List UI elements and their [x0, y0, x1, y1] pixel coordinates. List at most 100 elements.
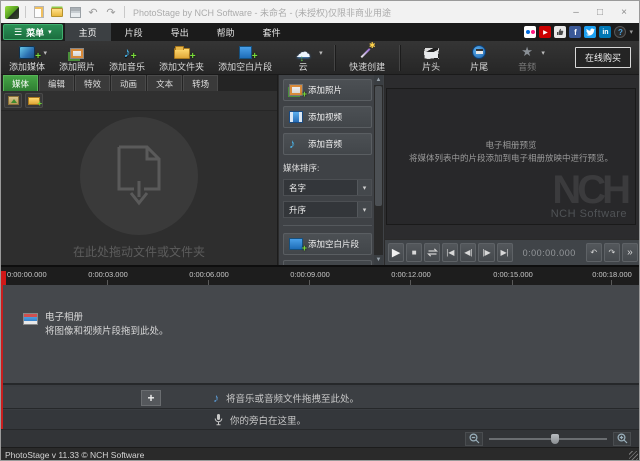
scroll-up-icon[interactable]: ▲: [374, 75, 383, 85]
preview-title: 电子相册预览: [387, 139, 635, 152]
media-drop-zone[interactable]: 在此处拖动文件或文件夹: [1, 111, 277, 265]
panel-scrollbar[interactable]: ▲ ▼: [374, 75, 383, 265]
buy-online-button[interactable]: 在线购买: [575, 47, 631, 68]
photo-icon: +: [289, 84, 303, 96]
sort-order-value: 升序: [289, 204, 306, 216]
play-button[interactable]: ▶: [388, 243, 404, 262]
audio-button[interactable]: ★▾ 音频: [510, 43, 544, 73]
tab-animation[interactable]: 动画: [111, 75, 146, 91]
add-blank-panel-button[interactable]: + 添加空白片段: [283, 233, 372, 255]
resize-grip-icon[interactable]: [629, 451, 638, 460]
timeline-ruler[interactable]: 0:00:00.000 0:00:03.000 0:00:06.000 0:00…: [1, 265, 639, 285]
help-icon[interactable]: ?: [614, 26, 626, 38]
title-bar: ↶ ↷ PhotoStage by NCH Software - 未命名 - (…: [1, 1, 639, 23]
slider-thumb[interactable]: [551, 434, 559, 444]
add-audio-track-button[interactable]: +: [141, 390, 161, 406]
ruler-label: 0:00:12.000: [391, 270, 431, 279]
app-logo-icon[interactable]: [5, 6, 19, 19]
expand-preview-button[interactable]: »: [622, 243, 638, 262]
drop-circle: [80, 117, 198, 235]
scrollbar-thumb[interactable]: [375, 86, 382, 206]
nch-logo-subtext: NCH Software: [551, 208, 627, 220]
cloud-button[interactable]: ☁↓▾ 云: [286, 43, 320, 73]
undo-button-preview[interactable]: ↶: [586, 243, 602, 262]
minimize-button[interactable]: –: [565, 4, 587, 20]
ruler-label: 0:00:03.000: [88, 270, 128, 279]
maximize-button[interactable]: □: [589, 4, 611, 20]
zoom-in-button[interactable]: [613, 432, 631, 446]
add-photo-panel-button[interactable]: + 添加照片: [283, 79, 372, 101]
add-photo-button[interactable]: 添加照片: [59, 43, 95, 73]
tab-edit[interactable]: 编辑: [39, 75, 74, 91]
add-audio-panel-button[interactable]: ♪ 添加音频: [283, 133, 372, 155]
quick-create-button[interactable]: 快速创建: [349, 43, 385, 73]
scroll-down-icon[interactable]: ▼: [374, 255, 383, 265]
linkedin-icon[interactable]: in: [599, 26, 611, 38]
sort-by-select[interactable]: 名字 ▾: [283, 179, 372, 196]
add-blank-clip-button[interactable]: + 添加空白片段: [218, 43, 272, 73]
status-bar: PhotoStage v 11.33 © NCH Software: [1, 447, 639, 461]
sort-order-select[interactable]: 升序 ▾: [283, 201, 372, 218]
new-project-button[interactable]: [32, 5, 46, 19]
preview-timecode: 0:00:00.000: [523, 248, 576, 258]
add-blank-clip-label: 添加空白片段: [218, 60, 272, 73]
facebook-icon[interactable]: f: [569, 26, 581, 38]
outro-button[interactable]: 片尾: [462, 43, 496, 73]
album-track[interactable]: 电子相册 将图像和视频片段拖到此处。: [1, 285, 639, 385]
add-music-button[interactable]: ♪+ 添加音乐: [109, 43, 145, 73]
chevron-down-icon[interactable]: ▾: [629, 28, 633, 36]
tab-text[interactable]: 文本: [147, 75, 182, 91]
add-blank-panel-label: 添加空白片段: [308, 238, 359, 250]
plus-icon: +: [131, 51, 137, 62]
nch-watermark: NCH NCH Software: [551, 172, 627, 220]
redo-button-preview[interactable]: ↷: [604, 243, 620, 262]
zoom-out-button[interactable]: [465, 432, 483, 446]
flickr-icon[interactable]: [524, 26, 536, 38]
music-note-icon: ♪: [124, 45, 131, 59]
narration-track[interactable]: 你的旁白在这里。: [1, 410, 639, 429]
redo-button[interactable]: ↷: [104, 5, 118, 19]
chevron-down-icon: ▾: [541, 49, 545, 57]
tab-export[interactable]: 导出: [157, 23, 203, 41]
music-note-icon: ♪: [213, 391, 219, 405]
music-track[interactable]: + ♪ 将音乐或音频文件拖拽至此处。: [1, 387, 639, 409]
step-back-button[interactable]: ◀|: [460, 243, 476, 262]
tab-effects[interactable]: 特效: [75, 75, 110, 91]
tab-media[interactable]: 媒体: [3, 75, 38, 91]
slider-track: [489, 438, 607, 440]
divider: [25, 6, 26, 18]
loop-button[interactable]: [424, 243, 440, 262]
twitter-icon[interactable]: [584, 26, 596, 38]
skip-end-button[interactable]: ▶|: [497, 243, 513, 262]
add-media-button[interactable]: +▾ 添加媒体: [9, 43, 45, 73]
timeline-zoom-slider[interactable]: [489, 432, 607, 446]
quick-create-label: 快速创建: [349, 60, 385, 73]
close-button[interactable]: ×: [613, 4, 635, 20]
clip-actions-panel: + 添加照片 添加视频 ♪ 添加音频 媒体排序: 名字 ▾ 升序: [279, 75, 384, 265]
plus-icon: +: [190, 51, 196, 62]
skip-start-button[interactable]: |◀: [442, 243, 458, 262]
like-icon[interactable]: [554, 26, 566, 38]
intro-label: 片头: [422, 60, 440, 73]
intro-button[interactable]: 片头: [414, 43, 448, 73]
tab-transitions[interactable]: 转场: [183, 75, 218, 91]
tab-clips[interactable]: 片段: [111, 23, 157, 41]
add-folder-mini-button[interactable]: [25, 93, 43, 108]
menu-button[interactable]: ☰ 菜单 ▾: [3, 24, 63, 40]
open-project-button[interactable]: [50, 5, 64, 19]
add-folder-button[interactable]: + 添加文件夹: [159, 43, 204, 73]
add-image-file-button[interactable]: [4, 93, 22, 108]
music-track-hint: 将音乐或音频文件拖拽至此处。: [226, 391, 359, 405]
youtube-icon[interactable]: ▶: [539, 26, 551, 38]
save-project-button[interactable]: [68, 5, 82, 19]
playhead-line[interactable]: [1, 285, 3, 429]
step-forward-button[interactable]: |▶: [478, 243, 494, 262]
tab-suite[interactable]: 套件: [249, 23, 295, 41]
album-track-hint: 将图像和视频片段拖到此处。: [45, 325, 169, 339]
stop-button[interactable]: ■: [406, 243, 422, 262]
image-file-icon: [8, 96, 19, 105]
undo-button[interactable]: ↶: [86, 5, 100, 19]
tab-home[interactable]: 主页: [65, 23, 111, 41]
tab-help[interactable]: 帮助: [203, 23, 249, 41]
add-video-panel-button[interactable]: 添加视频: [283, 106, 372, 128]
